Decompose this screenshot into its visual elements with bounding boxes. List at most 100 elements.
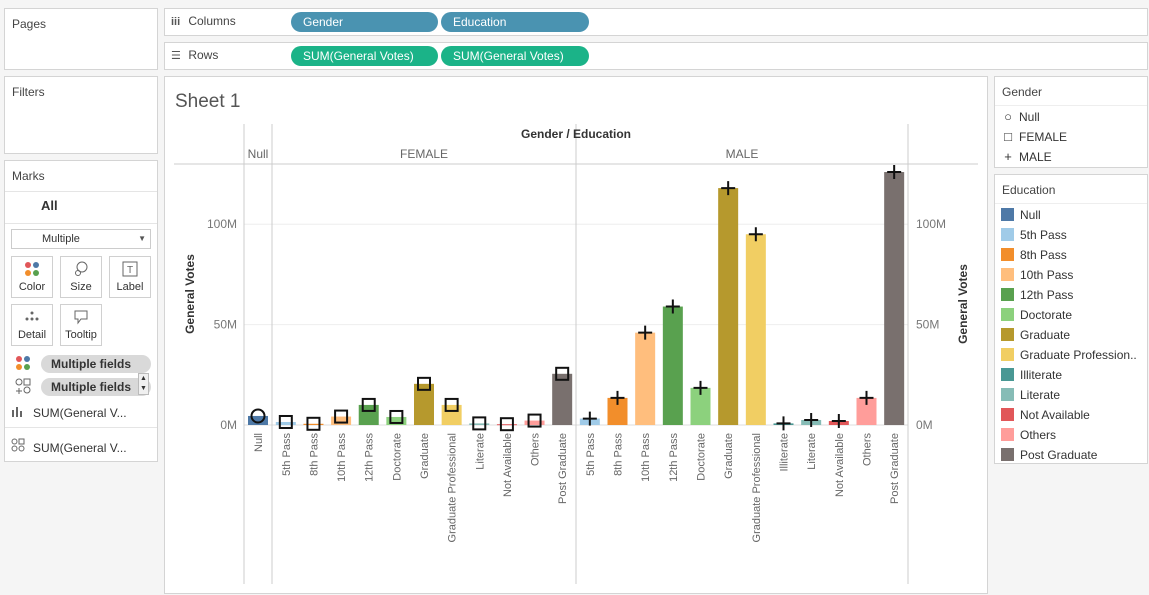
marks-card: Marks All Multiple ▼ Color Size T Label …	[4, 160, 158, 462]
legend-swatch	[1001, 308, 1014, 322]
point-marker	[831, 413, 846, 428]
bar	[718, 188, 739, 425]
education-legend-item[interactable]: Literate	[1001, 387, 1060, 403]
gender-legend-item[interactable]: □ FEMALE	[1001, 129, 1067, 145]
chart-title: Gender / Education	[521, 127, 631, 141]
education-legend-item[interactable]: Illiterate	[1001, 367, 1062, 383]
x-tick-label: Not Available	[502, 433, 514, 497]
size-label: Size	[70, 281, 92, 293]
pages-shelf[interactable]: Pages	[4, 8, 158, 70]
general-votes-pill-2[interactable]: SUM(General Votes)	[441, 46, 589, 66]
gender-pill[interactable]: Gender	[291, 12, 438, 32]
education-legend-item[interactable]: Null	[1001, 207, 1041, 223]
shape-fields-pill[interactable]: Multiple fields	[41, 378, 151, 396]
gender-header: MALE	[726, 147, 759, 161]
gender-legend-item[interactable]: ○ Null	[1001, 109, 1040, 125]
measure-label-1: SUM(General V...	[33, 406, 127, 420]
x-tick-label: 12th Pass	[668, 433, 680, 482]
y-tick-label-right: 100M	[916, 217, 946, 231]
bar	[745, 234, 766, 425]
general-votes-pill-1[interactable]: SUM(General Votes)	[291, 46, 438, 66]
legend-swatch	[1001, 228, 1014, 242]
education-legend-item[interactable]: Graduate Profession..	[1001, 347, 1137, 363]
legend-swatch	[1001, 208, 1014, 222]
education-pill[interactable]: Education	[441, 12, 589, 32]
education-legend-item[interactable]: Post Graduate	[1001, 447, 1097, 463]
education-legend-item[interactable]: Not Available	[1001, 407, 1090, 423]
bar-chart-icon	[11, 405, 33, 420]
x-tick-label: 5th Pass	[585, 433, 597, 476]
divider	[5, 427, 157, 428]
education-legend-item[interactable]: 8th Pass	[1001, 247, 1067, 263]
x-tick-label: Others	[862, 433, 874, 467]
svg-text:T: T	[127, 265, 133, 276]
legend-swatch	[1001, 388, 1014, 402]
x-tick-label: Others	[530, 433, 542, 467]
color-button[interactable]: Color	[11, 256, 53, 298]
detail-icon	[12, 309, 52, 329]
mark-type-value: Multiple	[42, 233, 80, 245]
gender-legend: Gender ○ Null □ FEMALE + MALE	[994, 76, 1148, 168]
education-legend-title: Education	[1002, 183, 1056, 197]
x-tick-label: Graduate Professional	[447, 433, 459, 542]
x-tick-label: Doctorate	[391, 433, 403, 481]
detail-label: Detail	[17, 329, 47, 341]
label-button[interactable]: T Label	[109, 256, 151, 298]
tooltip-button[interactable]: Tooltip	[60, 304, 102, 346]
marks-all-tab[interactable]: All	[41, 198, 58, 213]
x-tick-label: Literate	[474, 433, 486, 470]
legend-label: Null	[1019, 110, 1040, 124]
columns-shelf-label: iii Columns	[171, 14, 236, 28]
education-legend-item[interactable]: Doctorate	[1001, 307, 1072, 323]
education-legend-item[interactable]: 12th Pass	[1001, 287, 1073, 303]
columns-label-text: Columns	[188, 14, 236, 28]
rows-label-text: Rows	[188, 48, 219, 62]
x-tick-label: Doctorate	[696, 433, 708, 481]
legend-label: Graduate	[1020, 328, 1071, 342]
legend-swatch	[1001, 248, 1014, 262]
legend-label: Others	[1020, 428, 1057, 442]
x-tick-label: 5th Pass	[281, 433, 293, 476]
legend-shape-icon: □	[1004, 129, 1012, 144]
x-tick-label: 12th Pass	[364, 433, 376, 482]
legend-swatch	[1001, 448, 1014, 462]
detail-button[interactable]: Detail	[11, 304, 53, 346]
color-fields-pill[interactable]: Multiple fields	[41, 355, 151, 373]
legend-swatch	[1001, 328, 1014, 342]
education-legend-item[interactable]: 10th Pass	[1001, 267, 1073, 283]
fields-scrollbar[interactable]: ▲ ▼	[138, 373, 149, 395]
measure-row-1[interactable]: SUM(General V...	[11, 405, 127, 420]
x-tick-label: Post Graduate	[889, 433, 901, 504]
y-tick-label: 100M	[207, 217, 237, 231]
bar	[662, 306, 683, 425]
education-legend: Education Null 5th Pass 8th Pass 10th Pass 1…	[994, 174, 1148, 464]
marks-label: Marks	[12, 169, 45, 183]
legend-label: Doctorate	[1020, 308, 1073, 322]
measure-label-2: SUM(General V...	[33, 441, 127, 455]
measure-row-2[interactable]: SUM(General V...	[11, 438, 127, 455]
x-tick-label: 10th Pass	[336, 433, 348, 482]
divider	[995, 105, 1147, 106]
legend-swatch	[1001, 368, 1014, 382]
legend-swatch	[1001, 428, 1014, 442]
filters-shelf[interactable]: Filters	[4, 76, 158, 154]
x-tick-label: Illiterate	[779, 433, 791, 472]
education-legend-item[interactable]: Graduate	[1001, 327, 1070, 343]
legend-swatch	[1001, 408, 1014, 422]
x-tick-label: 8th Pass	[308, 433, 320, 476]
color-icon	[12, 261, 52, 281]
x-tick-label: Graduate Professional	[751, 433, 763, 542]
point-marker	[776, 416, 791, 431]
size-icon	[61, 261, 101, 281]
gender-legend-item[interactable]: + MALE	[1001, 149, 1052, 165]
legend-label: MALE	[1019, 150, 1052, 164]
education-legend-item[interactable]: 5th Pass	[1001, 227, 1067, 243]
legend-label: Literate	[1020, 388, 1061, 402]
mark-type-dropdown[interactable]: Multiple ▼	[11, 229, 151, 249]
size-button[interactable]: Size	[60, 256, 102, 298]
y-axis-title-right: General Votes	[956, 264, 970, 344]
education-legend-item[interactable]: Others	[1001, 427, 1056, 443]
bar	[884, 172, 905, 425]
tooltip-label: Tooltip	[65, 329, 97, 341]
legend-label: 5th Pass	[1020, 228, 1067, 242]
